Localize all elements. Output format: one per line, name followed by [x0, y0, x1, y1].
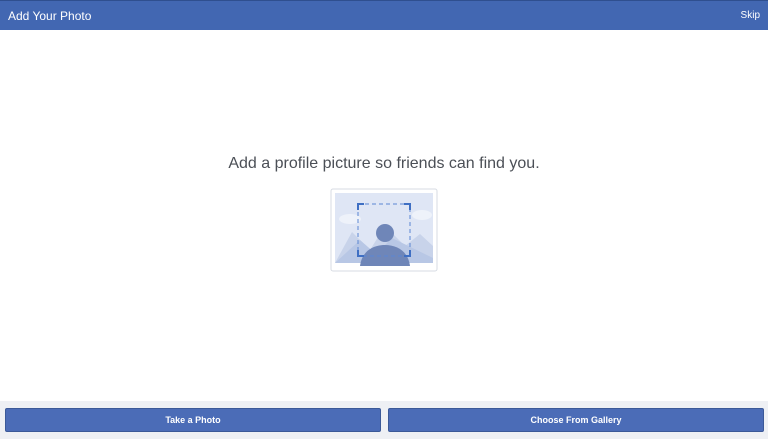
skip-button[interactable]: Skip: [741, 10, 760, 22]
page-title: Add Your Photo: [8, 9, 92, 23]
choose-from-gallery-button[interactable]: Choose From Gallery: [388, 408, 764, 432]
bottom-action-bar: Take a Photo Choose From Gallery: [0, 401, 768, 439]
profile-photo-placeholder-icon: [330, 188, 438, 272]
profile-picture-prompt: Add a profile picture so friends can fin…: [228, 155, 540, 172]
top-app-bar: Add Your Photo Skip: [0, 0, 768, 30]
take-photo-button[interactable]: Take a Photo: [5, 408, 381, 432]
